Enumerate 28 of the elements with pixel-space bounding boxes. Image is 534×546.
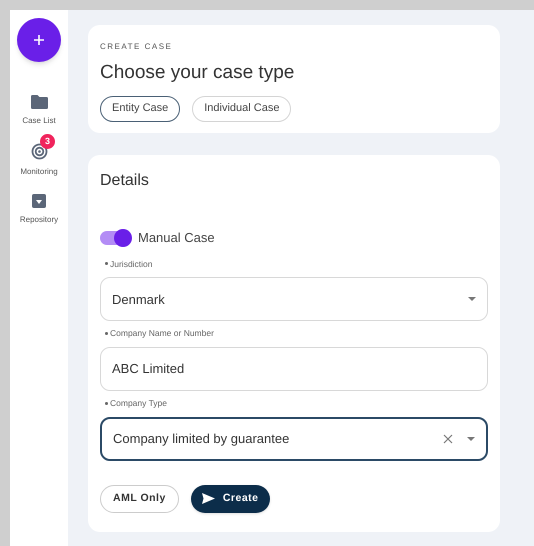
- select-field[interactable]: Company limited by guarantee: [100, 416, 488, 461]
- nav-item[interactable]: Case List: [10, 86, 68, 130]
- caret-icon: [467, 436, 475, 441]
- create-button[interactable]: Create: [190, 484, 270, 513]
- section-title: Details: [100, 171, 150, 191]
- field-label: Company Name or Number: [110, 327, 214, 340]
- page-title: Choose your case type: [100, 61, 296, 85]
- toggle-label: Manual Case: [138, 229, 215, 247]
- toggle-switch[interactable]: [100, 230, 130, 245]
- select-field[interactable]: Denmark: [100, 277, 488, 322]
- close-icon: [443, 434, 453, 444]
- eyebrow-label: CREATE CASE: [100, 41, 174, 53]
- input-field[interactable]: ABC Limited: [100, 347, 488, 391]
- field-label: Jurisdiction: [110, 258, 153, 270]
- nav-item[interactable]: Repository: [10, 185, 68, 229]
- archive-icon: [32, 194, 46, 208]
- caret-icon: [468, 297, 476, 302]
- case-type-chip[interactable]: Individual Case: [192, 96, 292, 122]
- plus-icon: [33, 34, 45, 46]
- aml-only-button[interactable]: AML Only: [100, 484, 179, 513]
- folder-icon: [30, 95, 48, 109]
- radar-icon: [30, 143, 48, 160]
- count-badge: 3: [40, 134, 55, 149]
- nav-item[interactable]: Monitoring 3: [10, 134, 68, 181]
- send-icon: [202, 493, 215, 504]
- case-type-chip[interactable]: Entity Case: [100, 96, 180, 122]
- add-button[interactable]: [17, 18, 61, 62]
- field-label: Company Type: [110, 397, 168, 410]
